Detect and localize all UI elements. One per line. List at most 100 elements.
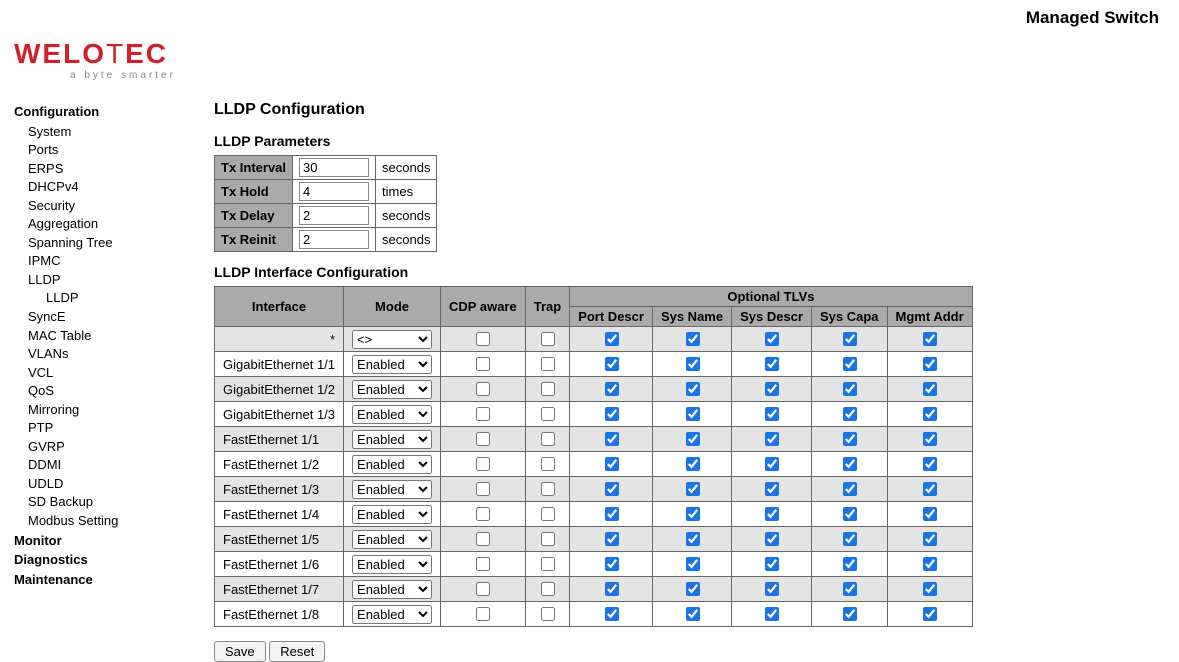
mgmt-addr-checkbox[interactable]	[923, 607, 937, 621]
sys-capa-checkbox[interactable]	[843, 432, 857, 446]
sys-name-checkbox[interactable]	[686, 607, 700, 621]
save-button[interactable]: Save	[214, 641, 266, 662]
sidebar-item[interactable]: DDMI	[28, 456, 194, 474]
port-descr-checkbox[interactable]	[605, 482, 619, 496]
trap-checkbox[interactable]	[541, 357, 555, 371]
mode-select[interactable]: EnabledDisabled	[352, 605, 432, 624]
mgmt-addr-checkbox[interactable]	[923, 382, 937, 396]
sys-descr-checkbox[interactable]	[765, 332, 779, 346]
cdp-aware-checkbox[interactable]	[476, 582, 490, 596]
mgmt-addr-checkbox[interactable]	[923, 357, 937, 371]
sidebar-section-title[interactable]: Monitor	[14, 532, 194, 550]
sys-name-checkbox[interactable]	[686, 582, 700, 596]
cdp-aware-checkbox[interactable]	[476, 457, 490, 471]
sidebar-item[interactable]: Aggregation	[28, 215, 194, 233]
sidebar-item[interactable]: QoS	[28, 382, 194, 400]
sidebar-item[interactable]: Security	[28, 197, 194, 215]
port-descr-checkbox[interactable]	[605, 407, 619, 421]
sys-name-checkbox[interactable]	[686, 532, 700, 546]
sidebar-item[interactable]: Ports	[28, 141, 194, 159]
port-descr-checkbox[interactable]	[605, 582, 619, 596]
cdp-aware-checkbox[interactable]	[476, 357, 490, 371]
trap-checkbox[interactable]	[541, 607, 555, 621]
sys-capa-checkbox[interactable]	[843, 532, 857, 546]
cdp-aware-checkbox[interactable]	[476, 432, 490, 446]
mode-select[interactable]: EnabledDisabled	[352, 430, 432, 449]
port-descr-checkbox[interactable]	[605, 532, 619, 546]
port-descr-checkbox[interactable]	[605, 507, 619, 521]
mode-select[interactable]: EnabledDisabled	[352, 480, 432, 499]
trap-checkbox[interactable]	[541, 382, 555, 396]
port-descr-checkbox[interactable]	[605, 432, 619, 446]
sys-capa-checkbox[interactable]	[843, 482, 857, 496]
mgmt-addr-checkbox[interactable]	[923, 507, 937, 521]
sys-descr-checkbox[interactable]	[765, 582, 779, 596]
trap-checkbox[interactable]	[541, 507, 555, 521]
sidebar-subitem[interactable]: LLDP	[46, 289, 194, 307]
sys-descr-checkbox[interactable]	[765, 482, 779, 496]
mode-select[interactable]: EnabledDisabled	[352, 505, 432, 524]
sys-descr-checkbox[interactable]	[765, 607, 779, 621]
sidebar-section-title[interactable]: Diagnostics	[14, 551, 194, 569]
mgmt-addr-checkbox[interactable]	[923, 432, 937, 446]
mgmt-addr-checkbox[interactable]	[923, 457, 937, 471]
sidebar-item[interactable]: Modbus Setting	[28, 512, 194, 530]
sys-descr-checkbox[interactable]	[765, 382, 779, 396]
trap-checkbox[interactable]	[541, 557, 555, 571]
port-descr-checkbox[interactable]	[605, 332, 619, 346]
sys-name-checkbox[interactable]	[686, 432, 700, 446]
sys-capa-checkbox[interactable]	[843, 557, 857, 571]
mgmt-addr-checkbox[interactable]	[923, 557, 937, 571]
sidebar-item[interactable]: VLANs	[28, 345, 194, 363]
sidebar-item[interactable]: ERPS	[28, 160, 194, 178]
sidebar-item[interactable]: Mirroring	[28, 401, 194, 419]
sys-name-checkbox[interactable]	[686, 457, 700, 471]
mgmt-addr-checkbox[interactable]	[923, 407, 937, 421]
mode-select[interactable]: EnabledDisabled	[352, 555, 432, 574]
sys-name-checkbox[interactable]	[686, 557, 700, 571]
trap-checkbox[interactable]	[541, 482, 555, 496]
reset-button[interactable]: Reset	[269, 641, 325, 662]
param-input[interactable]	[299, 158, 369, 177]
mgmt-addr-checkbox[interactable]	[923, 532, 937, 546]
port-descr-checkbox[interactable]	[605, 457, 619, 471]
mode-select[interactable]: EnabledDisabled	[352, 530, 432, 549]
mode-select[interactable]: EnabledDisabled	[352, 455, 432, 474]
sys-capa-checkbox[interactable]	[843, 332, 857, 346]
trap-checkbox[interactable]	[541, 457, 555, 471]
sidebar-item[interactable]: MAC Table	[28, 327, 194, 345]
sidebar-item[interactable]: IPMC	[28, 252, 194, 270]
cdp-aware-checkbox[interactable]	[476, 507, 490, 521]
mgmt-addr-checkbox[interactable]	[923, 582, 937, 596]
sidebar-item[interactable]: VCL	[28, 364, 194, 382]
sys-descr-checkbox[interactable]	[765, 432, 779, 446]
mode-select[interactable]: EnabledDisabled	[352, 405, 432, 424]
sidebar-item[interactable]: SD Backup	[28, 493, 194, 511]
sys-capa-checkbox[interactable]	[843, 507, 857, 521]
cdp-aware-checkbox[interactable]	[476, 557, 490, 571]
sys-descr-checkbox[interactable]	[765, 407, 779, 421]
sys-name-checkbox[interactable]	[686, 507, 700, 521]
mgmt-addr-checkbox[interactable]	[923, 332, 937, 346]
sys-descr-checkbox[interactable]	[765, 557, 779, 571]
port-descr-checkbox[interactable]	[605, 357, 619, 371]
sys-name-checkbox[interactable]	[686, 407, 700, 421]
sidebar-item[interactable]: Spanning Tree	[28, 234, 194, 252]
cdp-aware-checkbox[interactable]	[476, 607, 490, 621]
param-input[interactable]	[299, 206, 369, 225]
port-descr-checkbox[interactable]	[605, 557, 619, 571]
mgmt-addr-checkbox[interactable]	[923, 482, 937, 496]
sys-capa-checkbox[interactable]	[843, 607, 857, 621]
sys-name-checkbox[interactable]	[686, 357, 700, 371]
port-descr-checkbox[interactable]	[605, 382, 619, 396]
cdp-aware-checkbox[interactable]	[476, 332, 490, 346]
cdp-aware-checkbox[interactable]	[476, 382, 490, 396]
sys-name-checkbox[interactable]	[686, 382, 700, 396]
sidebar-item[interactable]: PTP	[28, 419, 194, 437]
mode-select[interactable]: EnabledDisabled	[352, 355, 432, 374]
sidebar-item[interactable]: UDLD	[28, 475, 194, 493]
param-input[interactable]	[299, 182, 369, 201]
sys-capa-checkbox[interactable]	[843, 382, 857, 396]
sys-capa-checkbox[interactable]	[843, 582, 857, 596]
cdp-aware-checkbox[interactable]	[476, 482, 490, 496]
